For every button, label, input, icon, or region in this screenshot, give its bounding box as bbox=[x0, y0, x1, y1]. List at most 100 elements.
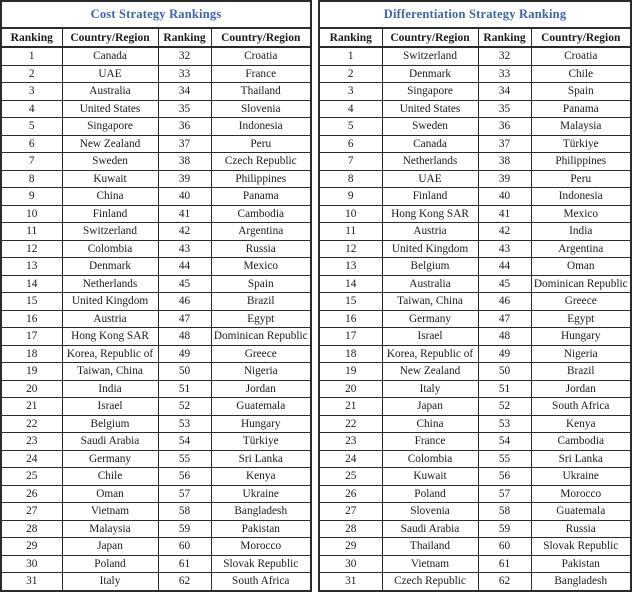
cell-rank-left: 31 bbox=[320, 572, 383, 590]
cell-rank-right: 57 bbox=[477, 484, 532, 503]
table-row: 7 Sweden 38 Czech Republic bbox=[2, 152, 310, 171]
cell-rank-left: 8 bbox=[2, 169, 63, 188]
cell-rank-right: 58 bbox=[157, 502, 212, 521]
cell-rank-left: 9 bbox=[320, 187, 383, 206]
cell-country-left: UAE bbox=[381, 169, 479, 188]
cell-rank-right: 39 bbox=[477, 169, 532, 188]
cell-rank-right: 40 bbox=[477, 187, 532, 206]
header-ranking-1: Ranking bbox=[2, 28, 63, 48]
cell-country-right: Czech Republic bbox=[210, 152, 310, 171]
cell-rank-right: 50 bbox=[157, 362, 212, 381]
table-row: 11 Austria 42 India bbox=[320, 222, 630, 241]
cell-country-left: Belgium bbox=[381, 257, 479, 276]
cost-strategy-table-block: Cost Strategy Rankings Ranking Country/R… bbox=[0, 0, 312, 592]
cell-rank-right: 59 bbox=[157, 519, 212, 538]
cell-rank-right: 38 bbox=[157, 152, 212, 171]
cell-country-right: Jordan bbox=[530, 379, 630, 398]
table-row: 9 Finland 40 Indonesia bbox=[320, 187, 630, 206]
cell-country-left: Denmark bbox=[61, 257, 159, 276]
header-country-2: Country/Region bbox=[210, 28, 310, 48]
cell-country-left: Israel bbox=[61, 397, 159, 416]
cell-rank-left: 22 bbox=[2, 414, 63, 433]
cell-country-right: Argentina bbox=[210, 222, 310, 241]
cell-rank-left: 3 bbox=[2, 82, 63, 101]
cell-country-left: China bbox=[381, 414, 479, 433]
cell-country-right: Philippines bbox=[210, 169, 310, 188]
cell-country-right: Panama bbox=[210, 187, 310, 206]
differentiation-strategy-title: Differentiation Strategy Ranking bbox=[320, 2, 630, 29]
cell-country-right: Malaysia bbox=[530, 117, 630, 136]
cell-rank-right: 48 bbox=[477, 327, 532, 346]
cell-rank-left: 21 bbox=[2, 397, 63, 416]
cell-country-left: Poland bbox=[381, 484, 479, 503]
cost-strategy-table: Cost Strategy Rankings Ranking Country/R… bbox=[2, 2, 310, 590]
cell-country-left: United States bbox=[381, 99, 479, 118]
cell-country-left: UAE bbox=[61, 64, 159, 83]
cell-rank-right: 33 bbox=[477, 64, 532, 83]
cell-rank-left: 24 bbox=[2, 449, 63, 468]
table-row: 18 Korea, Republic of 49 Greece bbox=[2, 344, 310, 363]
cell-country-left: Saudi Arabia bbox=[381, 519, 479, 538]
cell-rank-right: 49 bbox=[157, 344, 212, 363]
cell-country-right: Türkiye bbox=[530, 134, 630, 153]
cell-rank-right: 46 bbox=[157, 292, 212, 311]
cell-country-right: Ukraine bbox=[530, 467, 630, 486]
cell-country-left: Thailand bbox=[381, 537, 479, 556]
cell-rank-right: 54 bbox=[477, 432, 532, 451]
cell-rank-left: 23 bbox=[2, 432, 63, 451]
table-row: 6 Canada 37 Türkiye bbox=[320, 134, 630, 153]
cell-rank-left: 2 bbox=[320, 64, 383, 83]
cell-rank-left: 23 bbox=[320, 432, 383, 451]
table-row: 16 Germany 47 Egypt bbox=[320, 309, 630, 328]
cell-country-left: Australia bbox=[381, 274, 479, 293]
cell-country-right: Hungary bbox=[210, 414, 310, 433]
cell-country-left: Israel bbox=[381, 327, 479, 346]
cell-rank-left: 14 bbox=[2, 274, 63, 293]
cell-country-left: Oman bbox=[61, 484, 159, 503]
cell-rank-right: 34 bbox=[157, 82, 212, 101]
header-country-1: Country/Region bbox=[381, 28, 479, 48]
cell-rank-right: 47 bbox=[477, 309, 532, 328]
cell-rank-right: 41 bbox=[157, 204, 212, 223]
table-row: 24 Germany 55 Sri Lanka bbox=[2, 449, 310, 468]
table-row: 6 New Zealand 37 Peru bbox=[2, 134, 310, 153]
cell-country-left: Colombia bbox=[61, 239, 159, 258]
cell-country-left: Finland bbox=[381, 187, 479, 206]
cell-country-left: France bbox=[381, 432, 479, 451]
table-row: 22 Belgium 53 Hungary bbox=[2, 414, 310, 433]
table-row: 17 Hong Kong SAR 48 Dominican Republic bbox=[2, 327, 310, 346]
table-row: 27 Vietnam 58 Bangladesh bbox=[2, 502, 310, 521]
cell-rank-left: 29 bbox=[320, 537, 383, 556]
title-row: Differentiation Strategy Ranking bbox=[320, 2, 630, 29]
cell-country-right: Pakistan bbox=[210, 519, 310, 538]
cell-rank-right: 42 bbox=[477, 222, 532, 241]
cell-country-right: Pakistan bbox=[530, 554, 630, 573]
cell-rank-left: 28 bbox=[2, 519, 63, 538]
cell-rank-left: 18 bbox=[320, 344, 383, 363]
table-row: 5 Singapore 36 Indonesia bbox=[2, 117, 310, 136]
cell-rank-left: 7 bbox=[320, 152, 383, 171]
cell-country-left: Canada bbox=[61, 46, 159, 66]
cost-strategy-title: Cost Strategy Rankings bbox=[2, 2, 310, 29]
cell-country-left: Poland bbox=[61, 554, 159, 573]
table-row: 21 Japan 52 South Africa bbox=[320, 397, 630, 416]
cell-country-right: Sri Lanka bbox=[530, 449, 630, 468]
cell-rank-right: 36 bbox=[157, 117, 212, 136]
cell-country-right: Morocco bbox=[530, 484, 630, 503]
cell-country-right: Slovak Republic bbox=[210, 554, 310, 573]
cell-country-right: Greece bbox=[530, 292, 630, 311]
cell-country-right: Greece bbox=[210, 344, 310, 363]
cell-rank-right: 35 bbox=[477, 99, 532, 118]
cell-country-left: New Zealand bbox=[61, 134, 159, 153]
cell-country-right: Indonesia bbox=[210, 117, 310, 136]
cell-country-left: Colombia bbox=[381, 449, 479, 468]
cell-country-left: China bbox=[61, 187, 159, 206]
cell-rank-left: 5 bbox=[2, 117, 63, 136]
cell-country-left: United Kingdom bbox=[61, 292, 159, 311]
table-row: 16 Austria 47 Egypt bbox=[2, 309, 310, 328]
cell-rank-left: 17 bbox=[2, 327, 63, 346]
cell-rank-left: 7 bbox=[2, 152, 63, 171]
cell-rank-left: 18 bbox=[2, 344, 63, 363]
cell-country-right: South Africa bbox=[530, 397, 630, 416]
cell-rank-left: 27 bbox=[2, 502, 63, 521]
